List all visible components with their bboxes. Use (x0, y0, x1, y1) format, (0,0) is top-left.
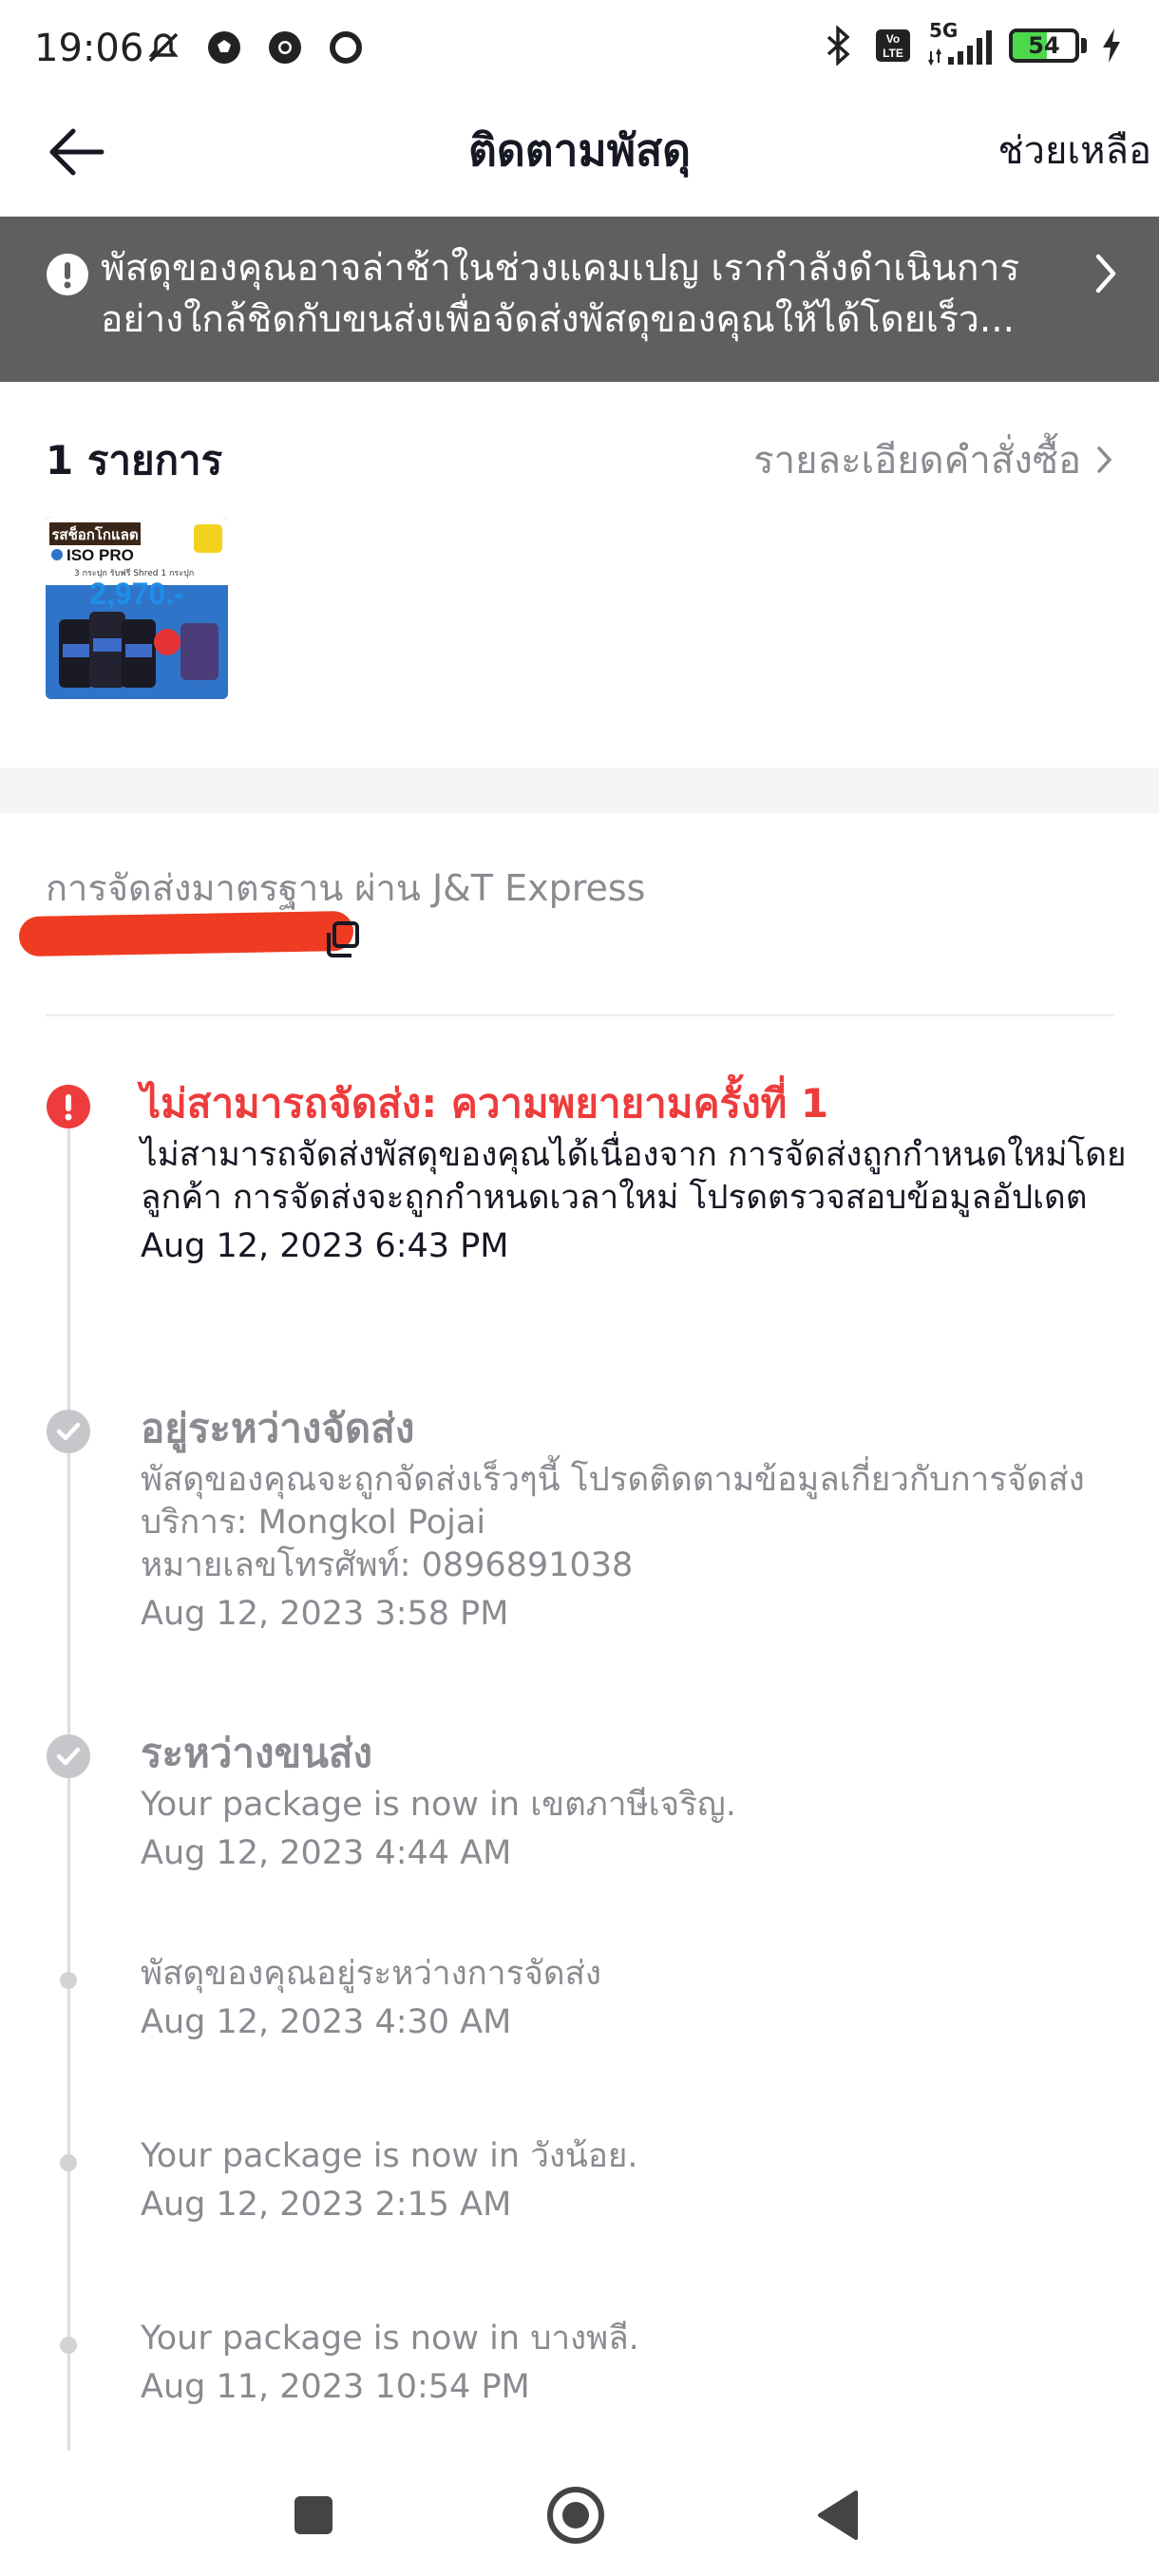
timeline-description: Your package is now in วังน้อย. (141, 2137, 638, 2175)
timeline-event-body: อยู่ระหว่างจัดส่ง พัสดุของคุณจะถูกจัดส่ง… (141, 1402, 1129, 1637)
timeline-title: อยู่ระหว่างจัดส่ง (141, 1405, 415, 1451)
items-count: 1 รายการ (46, 437, 223, 483)
battery-icon: 54 (1009, 28, 1079, 63)
copy-icon[interactable] (321, 919, 361, 959)
product-thumbnail[interactable]: รสช็อกโกแลต ISO PRO 3 กระปุก รับฟรี Shre… (46, 517, 228, 699)
timeline-time: Aug 12, 2023 3:58 PM (141, 1595, 509, 1633)
timeline-title: ไม่สามารถจัดส่ง: ความพยายามครั้งที่ 1 (141, 1080, 829, 1127)
timeline-description: Your package is now in บางพลี. (141, 2320, 639, 2358)
check-icon (47, 1410, 90, 1453)
timeline-description: พัสดุของคุณจะถูกจัดส่งเร็วๆนี้ โปรดติดตา… (141, 1461, 1085, 1499)
product-name: ISO PRO (66, 546, 134, 564)
timeline-time: Aug 12, 2023 2:15 AM (141, 2186, 512, 2224)
soccer-ball-icon (203, 27, 245, 68)
tracking-number-redacted: redacted (18, 910, 354, 957)
status-right-icons: Vo LTE 5G 54 (817, 19, 1123, 66)
header: ติดตามพัสดุ ช่วยเหลือ (0, 95, 1159, 217)
chrome-icon (264, 27, 306, 68)
signal-icon: 5G (927, 19, 996, 66)
back-button[interactable] (38, 114, 114, 190)
courier-name: บริการ: Mongkol Pojai (141, 1504, 486, 1542)
shipping-method: การจัดส่งมาตรฐาน ผ่าน J&T Express (46, 867, 646, 909)
timeline-time: Aug 11, 2023 10:54 PM (141, 2368, 530, 2406)
banner-text: พัสดุของคุณอาจล่าช้าในช่วงแคมเปญ เรากำลั… (101, 247, 1020, 341)
tracking-timeline: ไม่สามารถจัดส่ง: ความพยายามครั้งที่ 1 ไม… (0, 1045, 1159, 2530)
timeline-time: Aug 12, 2023 4:44 AM (141, 1834, 512, 1872)
timeline-event-body: ระหว่างขนส่ง Your package is now in เขตภ… (141, 1727, 1129, 1876)
charging-icon (1100, 25, 1123, 66)
timeline-dot (60, 1972, 77, 1989)
bluetooth-icon (817, 25, 859, 66)
network-label: 5G (929, 19, 959, 42)
delay-notice-banner[interactable]: พัสดุของคุณอาจล่าช้าในช่วงแคมเปญ เรากำลั… (0, 217, 1159, 382)
recent-apps-button[interactable] (279, 2481, 348, 2549)
triangle-back-icon (818, 2491, 858, 2540)
chevron-right-icon (1095, 254, 1116, 294)
chevron-right-icon (1097, 446, 1112, 473)
items-section: 1 รายการ รายละเอียดคำสั่งซื้อ รสช็อกโกแล… (0, 382, 1159, 767)
timeline-time: Aug 12, 2023 6:43 PM (141, 1227, 509, 1265)
divider-line (46, 1014, 1113, 1016)
home-button[interactable] (542, 2481, 610, 2549)
timeline-event-body: Your package is now in วังน้อย. Aug 12, … (141, 2135, 1129, 2227)
section-divider (0, 767, 1159, 813)
battery-level: 54 (1028, 32, 1060, 59)
timeline-event-body: พัสดุของคุณอยู่ระหว่างการจัดส่ง Aug 12, … (141, 1953, 1129, 2045)
order-details-label: รายละเอียดคำสั่งซื้อ (753, 439, 1081, 483)
timeline-time: Aug 12, 2023 4:30 AM (141, 2003, 512, 2041)
product-price: 2,970.- (89, 577, 184, 611)
svg-text:LTE: LTE (883, 47, 903, 60)
courier-phone[interactable]: หมายเลขโทรศัพท์: 0896891038 (141, 1544, 1129, 1587)
system-navigation-bar (0, 2451, 1159, 2576)
system-back-button[interactable] (804, 2481, 872, 2549)
ring-icon (325, 27, 367, 68)
check-icon (47, 1734, 90, 1778)
timeline-description: ไม่สามารถจัดส่งพัสดุของคุณได้เนื่องจาก ก… (141, 1136, 1127, 1217)
status-time: 19:06 (34, 27, 144, 70)
help-link[interactable]: ช่วยเหลือ (998, 120, 1151, 180)
svg-text:Vo: Vo (886, 32, 900, 46)
timeline-description: Your package is now in เขตภาษีเจริญ. (141, 1786, 736, 1824)
timeline-description: พัสดุของคุณอยู่ระหว่างการจัดส่ง (141, 1955, 602, 1993)
square-icon (294, 2496, 332, 2534)
tracking-row: redacted (18, 910, 380, 967)
status-bar: 19:06 Vo LTE 5G 54 (0, 0, 1159, 95)
product-badge: รสช็อกโกแลต (51, 525, 138, 543)
order-details-link[interactable]: รายละเอียดคำสั่งซื้อ (753, 429, 1113, 490)
timeline-event-body: Your package is now in บางพลี. Aug 11, 2… (141, 2318, 1129, 2410)
arrow-left-icon (49, 128, 104, 176)
timeline-dot (60, 2337, 77, 2354)
timeline-dot (60, 2154, 77, 2171)
battery-nub (1081, 38, 1087, 53)
status-left-icons (142, 27, 367, 68)
volte-icon: Vo LTE (872, 25, 914, 66)
timeline-event-body: ไม่สามารถจัดส่ง: ความพยายามครั้งที่ 1 ไม… (141, 1077, 1129, 1269)
exclamation-circle-icon (47, 254, 88, 295)
home-circle-icon (547, 2487, 604, 2544)
timeline-line (67, 1106, 70, 2530)
page-title: ติดตามพัสดุ (467, 124, 692, 176)
mute-icon (142, 27, 184, 68)
alert-icon (47, 1085, 90, 1128)
timeline-title: ระหว่างขนส่ง (141, 1730, 373, 1776)
